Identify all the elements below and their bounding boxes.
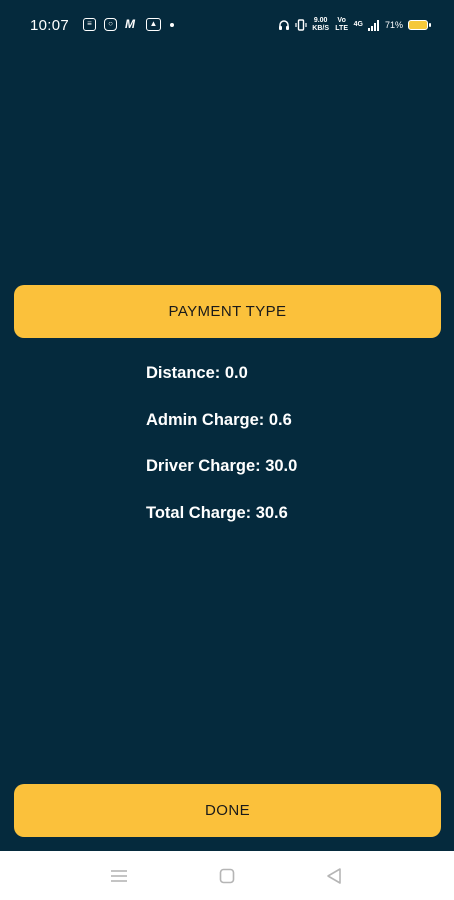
app-screen: 10:07 ≡ ○ M ▲ 9.00 KB/S Vo LTE 4G 71% PA… (0, 0, 454, 851)
back-icon[interactable] (326, 867, 342, 885)
vibrate-icon (295, 19, 307, 31)
home-icon[interactable] (219, 868, 235, 884)
network-type: Vo LTE (335, 17, 348, 32)
charges-summary: Distance: 0.0 Admin Charge: 0.6 Driver C… (146, 364, 297, 550)
total-charge-label: Total Charge: 30.6 (146, 503, 288, 522)
notes-icon: ≡ (83, 18, 96, 31)
signal-type: 4G (353, 21, 363, 28)
instagram-icon: ○ (104, 18, 117, 31)
gallery-icon: ▲ (146, 18, 161, 31)
m-app-icon: M (125, 17, 135, 31)
network-speed: 9.00 KB/S (312, 17, 329, 32)
headphones-icon (278, 20, 289, 30)
battery-percent: 71% (384, 20, 403, 30)
notification-dot-icon (170, 23, 174, 27)
system-nav-bar (0, 851, 454, 900)
distance-label: Distance: 0.0 (146, 364, 248, 382)
menu-icon[interactable] (110, 869, 128, 883)
battery-icon (408, 20, 431, 30)
payment-type-button[interactable]: PAYMENT TYPE (14, 285, 441, 338)
status-time: 10:07 (30, 17, 70, 34)
done-button[interactable]: DONE (14, 784, 441, 837)
driver-charge-label: Driver Charge: 30.0 (146, 457, 298, 475)
status-right-group: 9.00 KB/S Vo LTE 4G 71% (278, 16, 431, 34)
status-bar: 10:07 ≡ ○ M ▲ 9.00 KB/S Vo LTE 4G 71% (0, 0, 454, 48)
admin-charge-label: Admin Charge: 0.6 (146, 410, 292, 429)
signal-icon (367, 19, 379, 31)
